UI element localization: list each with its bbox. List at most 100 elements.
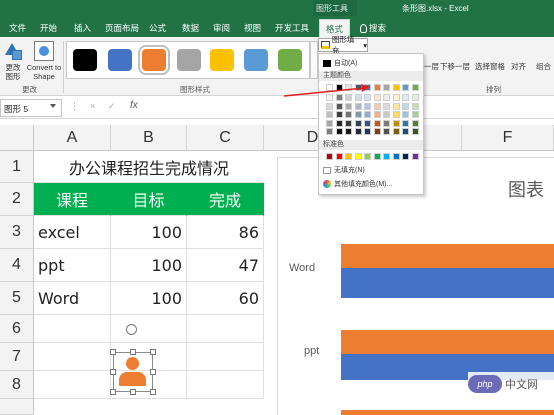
- row-header-4[interactable]: 4: [0, 249, 34, 282]
- column-header-f[interactable]: F: [462, 125, 554, 151]
- theme-color-shade-swatch[interactable]: [373, 102, 381, 110]
- theme-color-shade-swatch[interactable]: [373, 111, 381, 118]
- theme-color-shade-swatch[interactable]: [335, 94, 343, 101]
- tab-data[interactable]: 数据: [182, 22, 199, 34]
- theme-color-shade-swatch[interactable]: [411, 111, 419, 118]
- theme-color-swatch[interactable]: [392, 84, 400, 91]
- theme-color-shade-swatch[interactable]: [335, 119, 343, 127]
- chart-bar[interactable]: [341, 330, 554, 354]
- table-cell[interactable]: Word: [34, 282, 111, 315]
- theme-color-swatch[interactable]: [402, 84, 409, 91]
- tab-insert[interactable]: 插入: [74, 22, 91, 34]
- style-swatch-black[interactable]: [73, 49, 97, 71]
- theme-color-shade-swatch[interactable]: [326, 94, 333, 101]
- theme-color-shade-swatch[interactable]: [335, 111, 343, 118]
- column-header-b[interactable]: B: [111, 125, 187, 151]
- header-cell-course[interactable]: 课程: [34, 183, 111, 216]
- auto-color-item[interactable]: 自动(A): [319, 58, 423, 68]
- theme-color-shade-swatch[interactable]: [411, 128, 419, 135]
- theme-color-shade-swatch[interactable]: [373, 119, 381, 127]
- cancel-icon[interactable]: ×: [90, 101, 95, 111]
- theme-color-shade-swatch[interactable]: [402, 111, 409, 118]
- theme-color-shade-swatch[interactable]: [411, 119, 419, 127]
- tab-home[interactable]: 开始: [40, 22, 57, 34]
- theme-color-swatch[interactable]: [373, 84, 381, 91]
- style-swatch-gray[interactable]: [177, 49, 201, 71]
- theme-color-shade-swatch[interactable]: [402, 128, 409, 135]
- header-cell-target[interactable]: 目标: [111, 183, 187, 216]
- convert-to-shape-button[interactable]: Convert to Shape: [26, 41, 62, 81]
- name-box-dropdown-icon[interactable]: [50, 104, 56, 108]
- tab-formulas[interactable]: 公式: [149, 22, 166, 34]
- standard-color-swatch[interactable]: [373, 153, 381, 160]
- resize-handle[interactable]: [110, 349, 116, 355]
- table-cell[interactable]: 100: [111, 282, 187, 315]
- theme-color-shade-swatch[interactable]: [345, 128, 352, 135]
- theme-color-shade-swatch[interactable]: [354, 128, 362, 135]
- table-cell[interactable]: 86: [187, 216, 264, 249]
- empty-cell[interactable]: [111, 315, 187, 343]
- row-header-8[interactable]: 8: [0, 371, 34, 399]
- theme-color-shade-swatch[interactable]: [411, 94, 419, 101]
- theme-color-swatch[interactable]: [354, 84, 362, 91]
- theme-color-shade-swatch[interactable]: [383, 102, 390, 110]
- style-swatch-gold[interactable]: [210, 49, 234, 71]
- style-swatch-blue[interactable]: [108, 49, 132, 71]
- theme-color-shade-swatch[interactable]: [345, 111, 352, 118]
- standard-color-swatch[interactable]: [411, 153, 419, 160]
- theme-color-shade-swatch[interactable]: [392, 94, 400, 101]
- table-cell[interactable]: 47: [187, 249, 264, 282]
- more-fill-colors-item[interactable]: 其他填充颜色(M)...: [319, 179, 423, 189]
- row-header-6[interactable]: 6: [0, 315, 34, 343]
- empty-cell[interactable]: [187, 315, 264, 343]
- style-swatch-orange[interactable]: [138, 45, 170, 75]
- shape-fill-button[interactable]: 图形填充 ▾: [318, 35, 368, 55]
- selection-pane-button[interactable]: 选择窗格: [475, 61, 505, 72]
- theme-color-shade-swatch[interactable]: [326, 128, 333, 135]
- theme-color-shade-swatch[interactable]: [373, 94, 381, 101]
- theme-color-shade-swatch[interactable]: [345, 119, 352, 127]
- theme-color-shade-swatch[interactable]: [364, 128, 371, 135]
- theme-color-shade-swatch[interactable]: [364, 119, 371, 127]
- standard-color-swatch[interactable]: [392, 153, 400, 160]
- theme-color-shade-swatch[interactable]: [345, 94, 352, 101]
- tell-me-search[interactable]: 搜索: [360, 22, 386, 34]
- empty-cell[interactable]: [34, 315, 111, 343]
- row-header-5[interactable]: 5: [0, 282, 34, 315]
- chart-title[interactable]: 图表: [508, 176, 544, 202]
- resize-handle[interactable]: [130, 349, 136, 355]
- theme-color-shade-swatch[interactable]: [326, 102, 333, 110]
- theme-color-shade-swatch[interactable]: [411, 102, 419, 110]
- tab-view[interactable]: 视图: [244, 22, 261, 34]
- row-header-7[interactable]: 7: [0, 343, 34, 371]
- enter-icon[interactable]: ✓: [108, 101, 116, 112]
- table-cell[interactable]: ppt: [34, 249, 111, 282]
- chart-bar[interactable]: [341, 268, 554, 298]
- row-header-9[interactable]: [0, 399, 34, 415]
- empty-cell[interactable]: [187, 371, 264, 399]
- row-header-3[interactable]: 3: [0, 216, 34, 249]
- resize-handle[interactable]: [110, 369, 116, 375]
- theme-color-shade-swatch[interactable]: [354, 111, 362, 118]
- rotate-handle-icon[interactable]: [126, 324, 137, 335]
- resize-handle[interactable]: [130, 389, 136, 395]
- theme-color-shade-swatch[interactable]: [326, 111, 333, 118]
- table-cell[interactable]: 100: [111, 249, 187, 282]
- column-header-c[interactable]: C: [187, 125, 264, 151]
- standard-color-swatch[interactable]: [326, 153, 333, 160]
- align-button[interactable]: 对齐: [511, 61, 526, 72]
- theme-color-shade-swatch[interactable]: [402, 119, 409, 127]
- theme-color-shade-swatch[interactable]: [354, 94, 362, 101]
- tab-page-layout[interactable]: 页面布局: [105, 22, 139, 34]
- no-fill-item[interactable]: 无填充(N): [319, 165, 423, 175]
- resize-handle[interactable]: [150, 389, 156, 395]
- chart-bar[interactable]: [341, 244, 554, 268]
- theme-color-swatch[interactable]: [364, 84, 371, 91]
- standard-color-swatch[interactable]: [354, 153, 362, 160]
- standard-color-swatch[interactable]: [335, 153, 343, 160]
- theme-color-shade-swatch[interactable]: [383, 128, 390, 135]
- tab-file[interactable]: 文件: [9, 22, 26, 34]
- theme-color-swatch[interactable]: [326, 84, 333, 91]
- theme-color-shade-swatch[interactable]: [326, 119, 333, 127]
- select-all-corner[interactable]: [0, 125, 34, 151]
